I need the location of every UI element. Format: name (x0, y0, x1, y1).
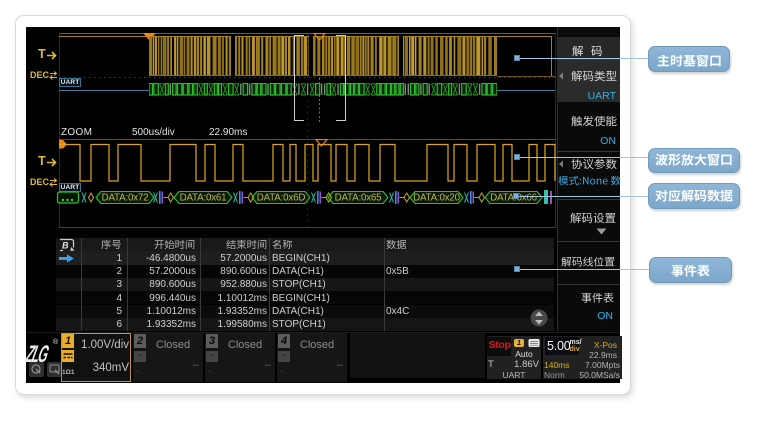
svg-text:DATA:0x20: DATA:0x20 (413, 193, 461, 204)
svg-text:B: B (62, 241, 69, 251)
svg-text:DATA:0x65: DATA:0x65 (335, 193, 383, 204)
svg-text:DATA:0x72: DATA:0x72 (102, 193, 149, 204)
svg-text:DATA:0x6D: DATA:0x6D (257, 193, 306, 204)
svg-text:DATA:0x61: DATA:0x61 (180, 193, 227, 204)
